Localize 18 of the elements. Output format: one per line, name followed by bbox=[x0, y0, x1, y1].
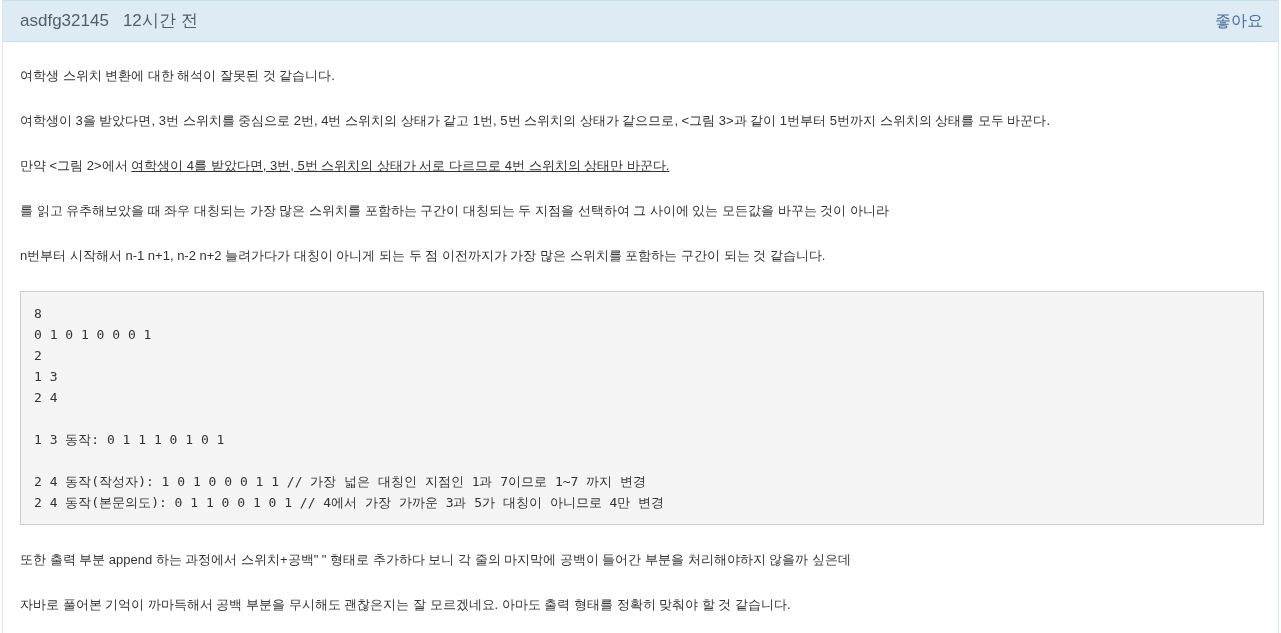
like-button[interactable]: 좋아요 bbox=[1215, 9, 1263, 33]
comment-paragraph: n번부터 시작해서 n-1 n+1, n-2 n+2 늘려가다가 대칭이 아니게 되는 두 점 이전까지가 가장 많은 스위치를 포함하는 구간이 되는 것 같습니다. bbox=[20, 247, 827, 265]
code-line: 0 1 0 1 0 0 0 1 bbox=[34, 326, 153, 344]
code-line: 2 4 동작(본문의도): 0 1 1 0 0 1 0 1 // 4에서 가장 가까운 3과 5가 대칭이 아니므로 4만 변경 bbox=[34, 494, 666, 512]
code-line: 1 3 동작: 0 1 1 1 0 1 0 1 bbox=[34, 431, 226, 449]
comment-paragraph: 만약 <그림 2>에서 여학생이 4를 받았다면, 3번, 5번 스위치의 상태가 서로 다르므로 4번 스위치의 상태만 바꾼다. bbox=[20, 157, 671, 175]
code-line: 2 4 동작(작성자): 1 0 1 0 0 0 1 1 // 가장 넓은 대칭인 지점인 1과 7이므로 1~7 까지 변경 bbox=[34, 473, 648, 491]
comment-paragraph: 자바로 풀어본 기억이 까마득해서 공백 부분을 무시해도 괜찮은지는 잘 모르겠네요. 아마도 출력 형태를 정확히 맞춰야 할 것 같습니다. bbox=[20, 596, 792, 614]
code-line: 8 bbox=[34, 305, 43, 323]
code-line: 1 3 bbox=[34, 368, 59, 386]
comment-paragraph: 여학생이 3을 받았다면, 3번 스위치를 중심으로 2번, 4번 스위치의 상태가 같고 1번, 5번 스위치의 상태가 같으므로, <그림 3>과 같이 1번부터 5번까지 스위치의 상태를 모두 바꾼다. bbox=[20, 112, 1051, 130]
code-line: 2 bbox=[34, 347, 43, 365]
post-time: 12시간 전 bbox=[122, 10, 198, 33]
comment-paragraph: 여학생 스위치 변환에 대한 해석이 잘못된 것 같습니다. bbox=[20, 67, 336, 85]
comment-paragraph: 또한 출력 부분 append 하는 과정에서 스위치+공백" " 형태로 추가하다 보니 각 줄의 마지막에 공백이 들어간 부분을 처리해야하지 않을까 싶은데 bbox=[20, 551, 852, 569]
comment-paragraph: 를 읽고 유추해보았을 때 좌우 대칭되는 가장 많은 스위치를 포함하는 구간이 대칭되는 두 지점을 선택하여 그 사이에 있는 모든값을 바꾸는 것이 아니라 bbox=[20, 202, 890, 220]
code-line: 2 4 bbox=[34, 389, 59, 407]
author-name: asdfg32145 bbox=[20, 10, 109, 33]
